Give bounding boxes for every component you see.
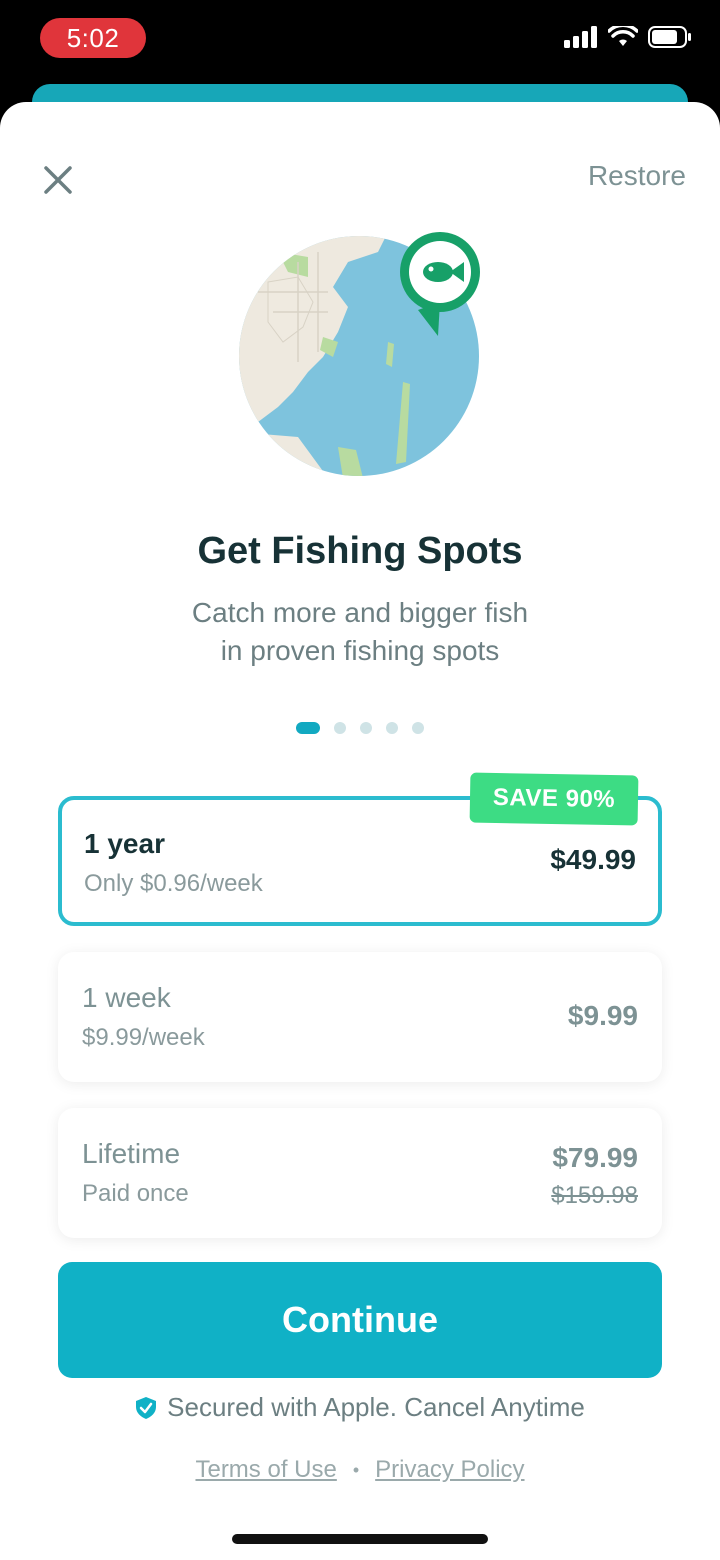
subtitle-line-1: Catch more and bigger fish [191, 597, 529, 628]
plan-price: $79.99 [552, 1142, 638, 1173]
home-indicator[interactable] [232, 1534, 488, 1544]
secured-note: Secured with Apple. Cancel Anytime [0, 1392, 720, 1423]
restore-button[interactable]: Restore [588, 160, 686, 192]
page-subtitle: Catch more and bigger fish in proven fis… [120, 594, 600, 670]
plan-name: 1 week [82, 982, 171, 1013]
subtitle-line-2: in proven fishing spots [220, 635, 500, 666]
plan-subtitle: Only $0.96/week [84, 870, 263, 897]
continue-button[interactable]: Continue [58, 1262, 662, 1378]
plan-subtitle: Paid once [82, 1180, 189, 1207]
battery-icon [648, 26, 691, 48]
page-dot[interactable] [412, 722, 424, 734]
plan-option-weekly[interactable]: 1 week $9.99/week $9.99 [58, 952, 662, 1082]
status-bar: 5:02 [0, 0, 720, 84]
plan-option-lifetime[interactable]: Lifetime Paid once $79.99 $159.98 [58, 1108, 662, 1238]
page-dot-active[interactable] [296, 722, 320, 734]
page-title: Get Fishing Spots [197, 530, 523, 572]
plan-price: $49.99 [550, 844, 636, 875]
signal-icon [564, 26, 597, 48]
plan-price: $9.99 [567, 1000, 638, 1031]
save-badge: SAVE 90% [469, 772, 639, 826]
status-icons [564, 26, 692, 48]
plan-name: 1 year [84, 828, 165, 859]
paywall-sheet: Restore Get Fishing Spots Catch more and… [0, 102, 720, 1560]
terms-link[interactable]: Terms of Use [195, 1456, 336, 1484]
legal-links: Terms of Use • Privacy Policy [0, 1456, 720, 1484]
page-dot[interactable] [334, 722, 346, 734]
link-separator: • [352, 1459, 360, 1480]
close-button[interactable] [40, 162, 76, 198]
shield-check-icon [136, 1396, 157, 1419]
page-dot[interactable] [386, 722, 398, 734]
close-icon [44, 166, 72, 194]
wifi-icon [608, 26, 638, 46]
status-time: 5:02 [40, 18, 146, 58]
page-indicator [0, 722, 720, 734]
plan-subtitle: $9.99/week [82, 1024, 205, 1051]
plan-old-price: $159.98 [551, 1182, 638, 1209]
page-dot[interactable] [360, 722, 372, 734]
hero-illustration [238, 232, 484, 478]
privacy-link[interactable]: Privacy Policy [375, 1456, 524, 1484]
plan-option-yearly[interactable]: SAVE 90% 1 year Only $0.96/week $49.99 [58, 772, 662, 926]
plan-name: Lifetime [82, 1138, 181, 1169]
secured-text: Secured with Apple. Cancel Anytime [167, 1392, 585, 1422]
map-illustration [239, 232, 480, 476]
